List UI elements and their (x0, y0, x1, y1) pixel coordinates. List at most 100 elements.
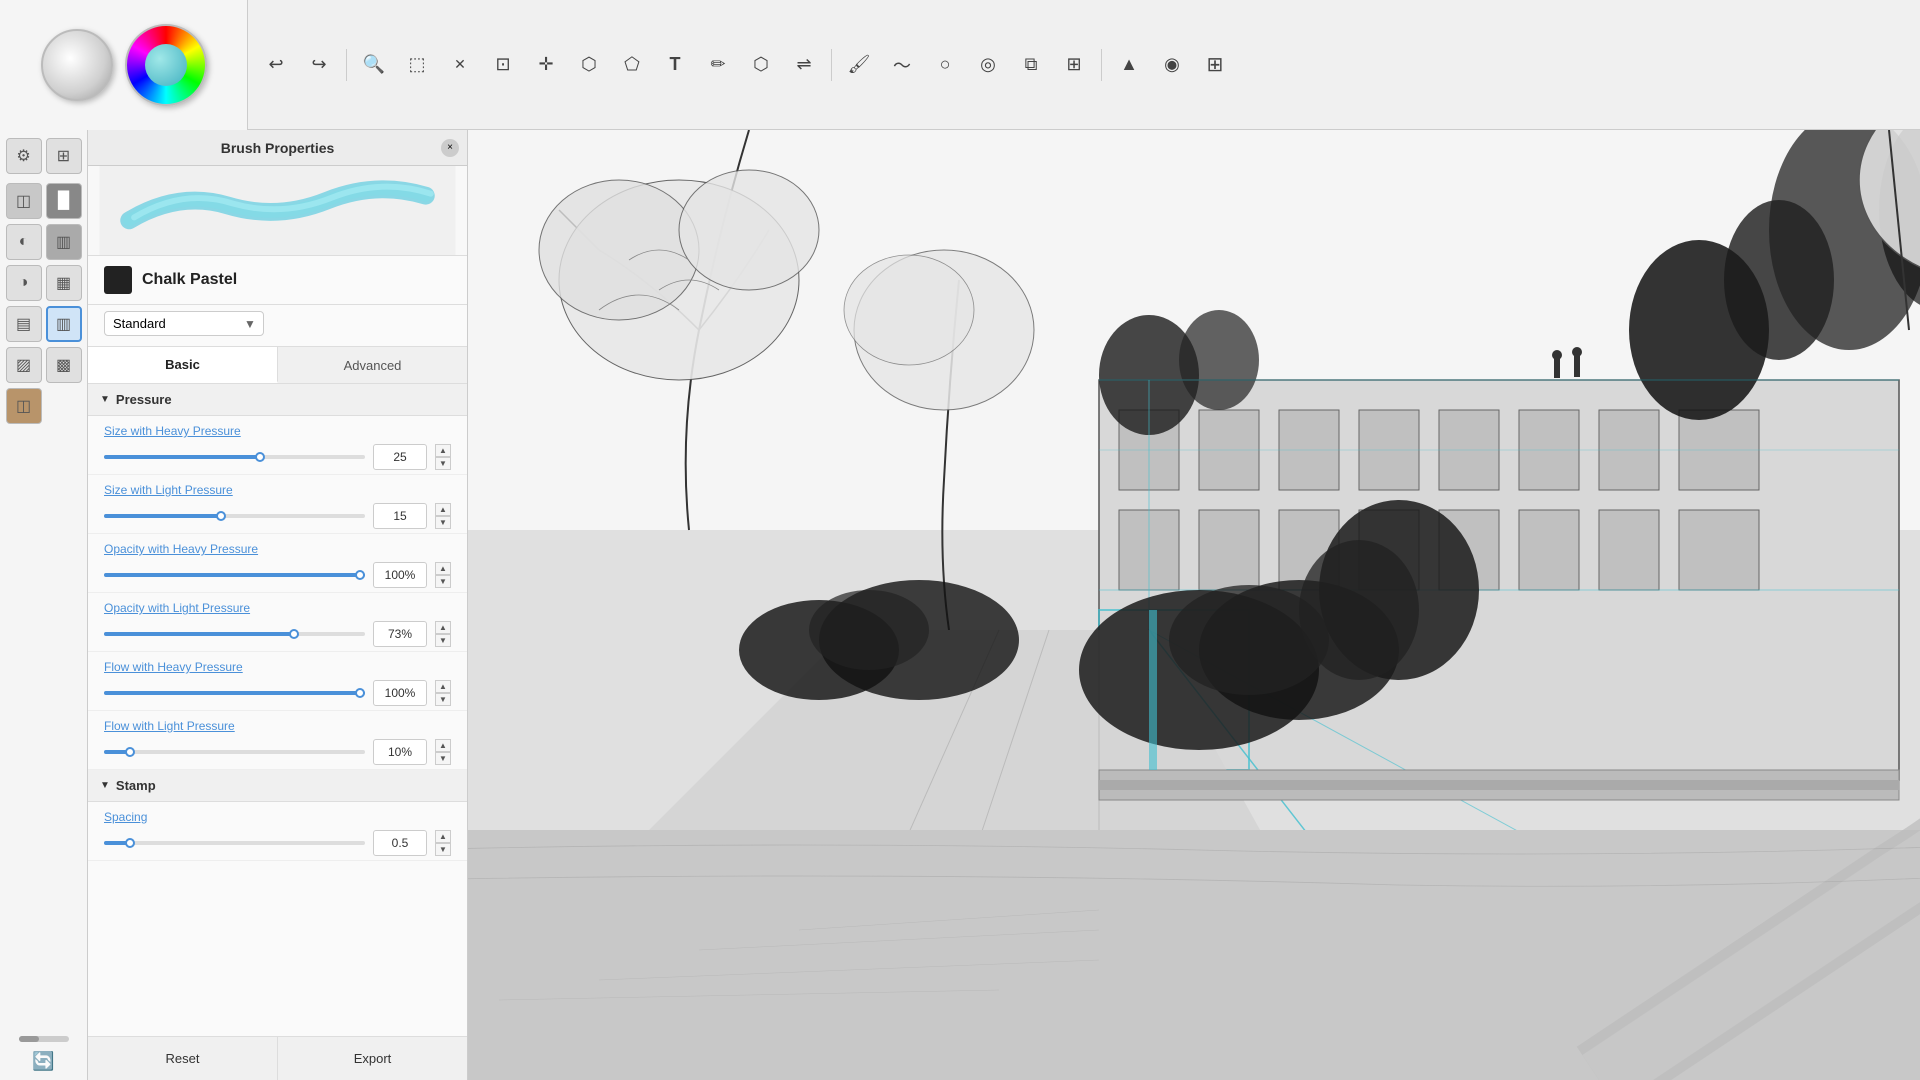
size-heavy-pressure-value: 25 (373, 444, 427, 470)
flow-heavy-pressure-fill (104, 691, 365, 695)
tab-basic[interactable]: Basic (88, 347, 278, 383)
clone-button[interactable]: ⧉ (1011, 45, 1051, 85)
opacity-heavy-pressure-track[interactable] (104, 573, 365, 577)
flow-light-pressure-label[interactable]: Flow with Light Pressure (104, 719, 235, 733)
spacing-down[interactable]: ▼ (435, 843, 451, 856)
opacity-heavy-pressure-up[interactable]: ▲ (435, 562, 451, 575)
spacing-track[interactable] (104, 841, 365, 845)
size-heavy-pressure-up[interactable]: ▲ (435, 444, 451, 457)
transform-button[interactable]: ✛ (526, 45, 566, 85)
pressure-section-header[interactable]: ▼ Pressure (88, 384, 467, 416)
flow-heavy-pressure-track[interactable] (104, 691, 365, 695)
gradient-button[interactable]: ▲ (1109, 45, 1149, 85)
text-button[interactable]: T (655, 45, 695, 85)
flow-light-pressure-row: Flow with Light Pressure 10% ▲ ▼ (88, 711, 467, 770)
opacity-heavy-pressure-row: Opacity with Heavy Pressure 100% ▲ ▼ (88, 534, 467, 593)
colorwheel-button[interactable]: ◉ (1152, 45, 1192, 85)
size-light-pressure-value: 15 (373, 503, 427, 529)
redo-button[interactable]: ↪ (299, 45, 339, 85)
canvas-area[interactable] (468, 130, 1920, 1080)
flow-heavy-pressure-down[interactable]: ▼ (435, 693, 451, 706)
flow-light-pressure-thumb[interactable] (125, 747, 135, 757)
brush-type-1[interactable]: ◫ (6, 183, 42, 219)
brush-type-8[interactable]: ▥ (46, 306, 82, 342)
size-light-pressure-track[interactable] (104, 514, 365, 518)
brush-type-3[interactable]: ◐ (6, 224, 42, 260)
preset-select[interactable]: Standard (104, 311, 264, 336)
flow-light-pressure-track[interactable] (104, 750, 365, 754)
color-picker-area (0, 0, 248, 130)
palette-button[interactable]: ⊞ (1195, 45, 1235, 85)
brush-type-10[interactable]: ▩ (46, 347, 82, 383)
brush-type-11[interactable]: ◫ (6, 388, 42, 424)
brush-type-5[interactable]: ◑ (6, 265, 42, 301)
flow-heavy-pressure-label[interactable]: Flow with Heavy Pressure (104, 660, 243, 674)
pressure-section-label: Pressure (116, 392, 172, 407)
opacity-heavy-pressure-down[interactable]: ▼ (435, 575, 451, 588)
opacity-light-pressure-row: Opacity with Light Pressure 73% ▲ ▼ (88, 593, 467, 652)
main-toolbar: ↩ ↪ 🔍 ⬚ ✕ ⊡ ✛ ⬡ ⬠ T ✏ ⬡ ⇌ 🖌 〜 ○ ◎ ⧉ ⊞ ▲ … (248, 0, 1920, 129)
spacing-value: 0.5 (373, 830, 427, 856)
size-heavy-pressure-thumb[interactable] (255, 452, 265, 462)
opacity-light-pressure-thumb[interactable] (289, 629, 299, 639)
opacity-light-pressure-value: 73% (373, 621, 427, 647)
color-circle-gray[interactable] (41, 29, 113, 101)
size-light-pressure-up[interactable]: ▲ (435, 503, 451, 516)
stamp-chevron-icon: ▼ (100, 780, 110, 791)
opacity-light-pressure-down[interactable]: ▼ (435, 634, 451, 647)
opacity-heavy-pressure-spinners: ▲ ▼ (435, 562, 451, 588)
spacing-up[interactable]: ▲ (435, 830, 451, 843)
opacity-heavy-pressure-thumb[interactable] (355, 570, 365, 580)
size-light-pressure-down[interactable]: ▼ (435, 516, 451, 529)
size-light-pressure-thumb[interactable] (216, 511, 226, 521)
ellipse-button[interactable]: ○ (925, 45, 965, 85)
size-heavy-pressure-down[interactable]: ▼ (435, 457, 451, 470)
size-light-pressure-label[interactable]: Size with Light Pressure (104, 483, 233, 497)
stamp-button[interactable]: ◎ (968, 45, 1008, 85)
spacing-thumb[interactable] (125, 838, 135, 848)
reset-button[interactable]: Reset (88, 1037, 278, 1080)
box3d-button[interactable]: ⬡ (741, 45, 781, 85)
curve-button[interactable]: 〜 (882, 45, 922, 85)
export-button[interactable]: Export (278, 1037, 467, 1080)
spacing-label[interactable]: Spacing (104, 810, 147, 824)
opacity-heavy-pressure-fill (104, 573, 365, 577)
undo-button[interactable]: ↩ (256, 45, 296, 85)
brush-type-7[interactable]: ▤ (6, 306, 42, 342)
pencil-button[interactable]: ✏ (698, 45, 738, 85)
color-wheel[interactable] (125, 24, 207, 106)
flow-heavy-pressure-up[interactable]: ▲ (435, 680, 451, 693)
flow-light-pressure-down[interactable]: ▼ (435, 752, 451, 765)
crop-button[interactable]: ⊡ (483, 45, 523, 85)
warp-button[interactable]: ⬡ (569, 45, 609, 85)
opacity-light-pressure-track[interactable] (104, 632, 365, 636)
flow-light-pressure-up[interactable]: ▲ (435, 739, 451, 752)
size-heavy-pressure-label[interactable]: Size with Heavy Pressure (104, 424, 241, 438)
grid-icon[interactable]: ⊞ (46, 138, 82, 174)
opacity-light-pressure-spinners: ▲ ▼ (435, 621, 451, 647)
brush-button[interactable]: 🖌 (839, 45, 879, 85)
stamp-section-header[interactable]: ▼ Stamp (88, 770, 467, 802)
stamp-section-label: Stamp (116, 778, 156, 793)
sync-icon[interactable]: 🔄 (32, 1051, 54, 1072)
flow-light-pressure-value: 10% (373, 739, 427, 765)
brush-type-9[interactable]: ▨ (6, 347, 42, 383)
tab-advanced[interactable]: Advanced (278, 347, 467, 383)
select-cancel-button[interactable]: ✕ (440, 45, 480, 85)
settings-icon[interactable]: ⚙ (6, 138, 42, 174)
brush-type-6[interactable]: ▦ (46, 265, 82, 301)
opacity-light-pressure-label[interactable]: Opacity with Light Pressure (104, 601, 250, 615)
opacity-light-pressure-up[interactable]: ▲ (435, 621, 451, 634)
opacity-heavy-pressure-label[interactable]: Opacity with Heavy Pressure (104, 542, 258, 556)
symmetry-button[interactable]: ⇌ (784, 45, 824, 85)
brush-type-4[interactable]: ▥ (46, 224, 82, 260)
flow-heavy-pressure-thumb[interactable] (355, 688, 365, 698)
layers-button[interactable]: ⊞ (1054, 45, 1094, 85)
size-light-pressure-spinners: ▲ ▼ (435, 503, 451, 529)
brush-type-2[interactable]: █ (46, 183, 82, 219)
select-button[interactable]: ⬚ (397, 45, 437, 85)
size-heavy-pressure-track[interactable] (104, 455, 365, 459)
search-button[interactable]: 🔍 (354, 45, 394, 85)
fill-button[interactable]: ⬠ (612, 45, 652, 85)
brush-properties-close[interactable]: × (441, 139, 459, 157)
